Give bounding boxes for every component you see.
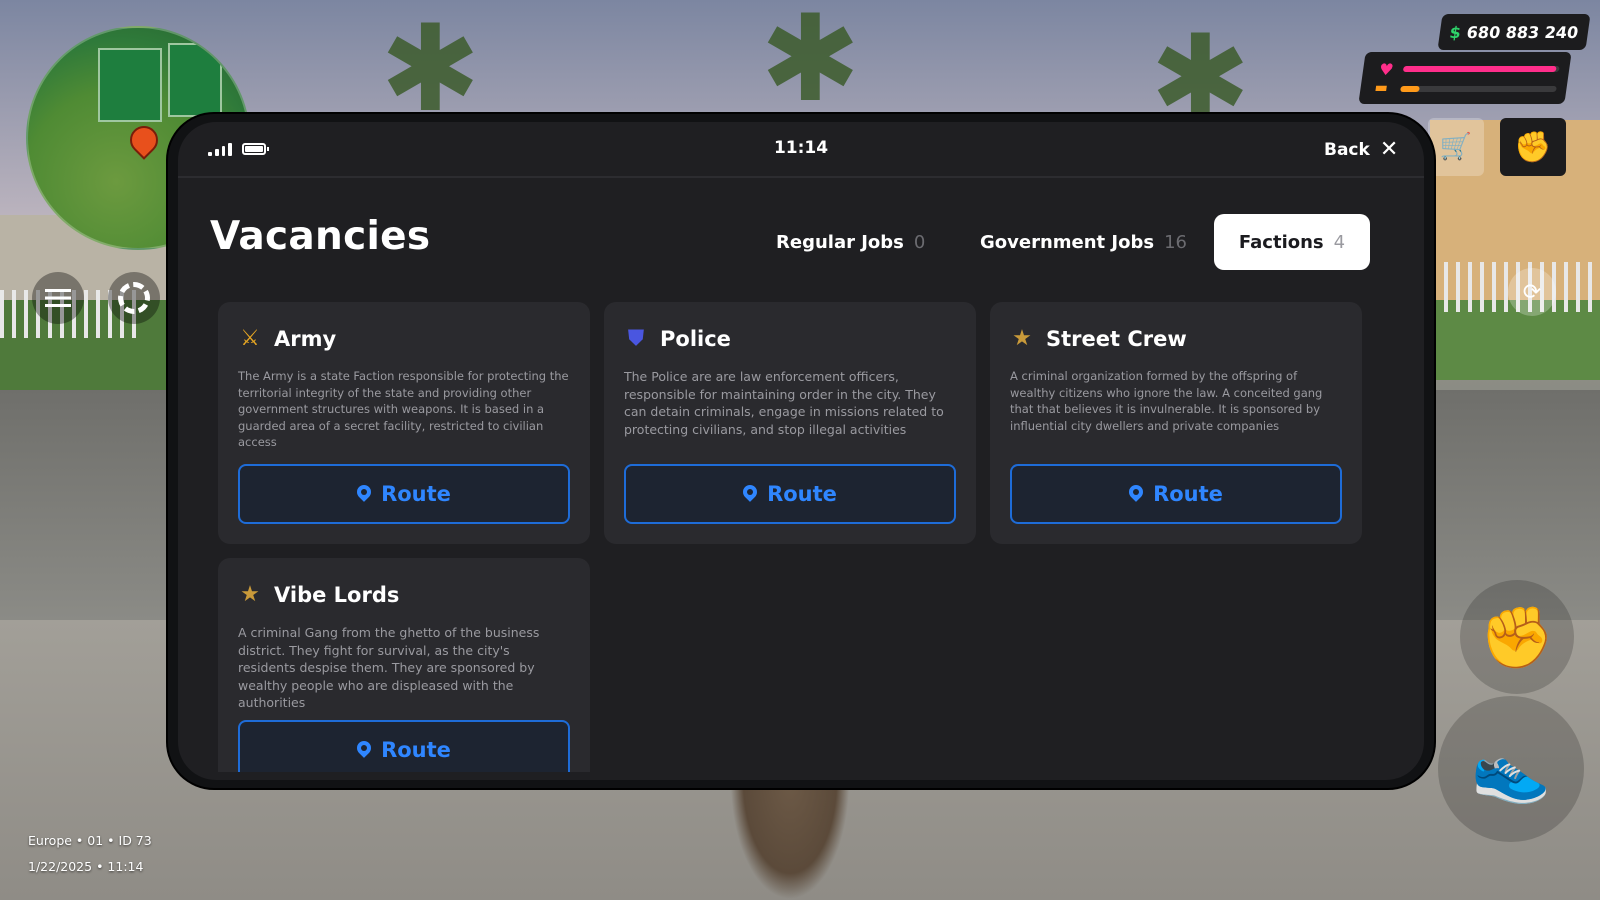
tab-count: 0 — [913, 231, 926, 253]
camera-rotate-button[interactable]: ⟳ — [1508, 268, 1556, 316]
card-description: The Army is a state Faction responsible … — [238, 369, 569, 449]
menu-icon — [45, 289, 71, 307]
tab-label: Government Jobs — [980, 231, 1155, 253]
route-label: Route — [381, 738, 451, 762]
star-icon: ★ — [1012, 326, 1032, 351]
route-button[interactable]: Route — [624, 464, 956, 524]
health-bar-fill — [1402, 66, 1557, 72]
money-display: $ 680 883 240 — [1437, 14, 1591, 50]
punch-button[interactable]: ✊ — [1460, 580, 1574, 694]
sprint-button[interactable]: 👟 — [1438, 696, 1584, 842]
faction-card-police: ⛊ Police The Police are are law enforcem… — [604, 302, 976, 544]
close-icon: ✕ — [1379, 137, 1399, 162]
card-description: The Police are are law enforcement offic… — [624, 369, 944, 437]
phone-status-bar: 11:14 Back ✕ — [178, 122, 1424, 178]
shield-icon: ⛊ — [627, 326, 645, 351]
tab-government-jobs[interactable]: Government Jobs 16 — [980, 214, 1187, 270]
card-description: A criminal Gang from the ghetto of the b… — [238, 625, 540, 710]
server-line: Europe • 01 • ID 73 — [28, 833, 152, 848]
back-button[interactable]: Back ✕ — [1324, 136, 1398, 164]
location-pin-icon — [740, 482, 760, 502]
star-icon: ★ — [240, 582, 260, 607]
route-button[interactable]: Route — [238, 464, 570, 524]
back-label: Back — [1324, 140, 1370, 160]
tab-regular-jobs[interactable]: Regular Jobs 0 — [776, 214, 925, 270]
phone-clock: 11:14 — [773, 138, 829, 158]
location-pin-icon — [1126, 482, 1146, 502]
shop-button[interactable]: 🛒 — [1428, 118, 1484, 176]
tab-factions[interactable]: Factions 4 — [1214, 214, 1370, 270]
fist-icon: ✊ — [1479, 602, 1555, 673]
shop-cart-icon: 🛒 — [1439, 132, 1473, 162]
location-pin-icon — [354, 482, 374, 502]
food-bar — [1400, 86, 1557, 92]
card-title: Police — [660, 327, 731, 351]
faction-card-vibe-lords: ★ Vibe Lords A criminal Gang from the gh… — [218, 558, 590, 772]
heart-icon: ♥ — [1377, 60, 1395, 79]
card-title: Street Crew — [1046, 327, 1187, 351]
minimap-building — [168, 43, 222, 117]
card-description: A criminal organization formed by the of… — [1010, 369, 1323, 433]
tab-label: Factions — [1238, 231, 1324, 253]
faction-list[interactable]: ⚔ Army The Army is a state Faction respo… — [218, 302, 1378, 772]
route-button[interactable]: Route — [238, 720, 570, 772]
sprint-shoe-icon: 👟 — [1471, 732, 1551, 807]
food-bar-fill — [1400, 86, 1420, 92]
tab-count: 16 — [1164, 231, 1187, 253]
tab-count: 4 — [1333, 231, 1346, 253]
player-marker-icon — [124, 120, 164, 160]
route-button[interactable]: Route — [1010, 464, 1342, 524]
phone-screen: 11:14 Back ✕ Vacancies Regular Jobs 0 Go… — [178, 122, 1424, 780]
location-pin-icon — [354, 738, 374, 758]
palm-tree-icon: ✱ — [380, 0, 481, 139]
server-info: Europe • 01 • ID 73 1/22/2025 • 11:14 — [28, 828, 152, 880]
fist-icon: ✊ — [1514, 129, 1552, 165]
tab-label: Regular Jobs — [776, 231, 904, 253]
page-title: Vacancies — [210, 214, 431, 259]
food-icon: ▬ — [1373, 80, 1389, 96]
money-amount: 680 883 240 — [1465, 22, 1580, 42]
minimap-building — [98, 48, 162, 122]
lifebuoy-icon — [118, 282, 150, 314]
player-character — [730, 780, 850, 900]
route-label: Route — [767, 482, 837, 506]
weapon-slot-button[interactable]: ✊ — [1500, 118, 1566, 176]
help-button[interactable] — [108, 272, 160, 324]
money-symbol: $ — [1448, 22, 1463, 42]
datetime-line: 1/22/2025 • 11:14 — [28, 859, 144, 874]
faction-card-army: ⚔ Army The Army is a state Faction respo… — [218, 302, 590, 544]
camera-rotate-icon: ⟳ — [1522, 279, 1542, 305]
route-label: Route — [1153, 482, 1223, 506]
health-bar — [1402, 66, 1560, 72]
player-stats: ♥ ▬ — [1358, 52, 1572, 104]
card-title: Vibe Lords — [274, 583, 400, 607]
palm-tree-icon: ✱ — [760, 0, 861, 129]
menu-button[interactable] — [32, 272, 84, 324]
phone-frame: 11:14 Back ✕ Vacancies Regular Jobs 0 Go… — [168, 114, 1434, 788]
faction-card-street-crew: ★ Street Crew A criminal organization fo… — [990, 302, 1362, 544]
card-title: Army — [274, 327, 337, 351]
crossed-swords-icon: ⚔ — [240, 326, 260, 351]
route-label: Route — [381, 482, 451, 506]
